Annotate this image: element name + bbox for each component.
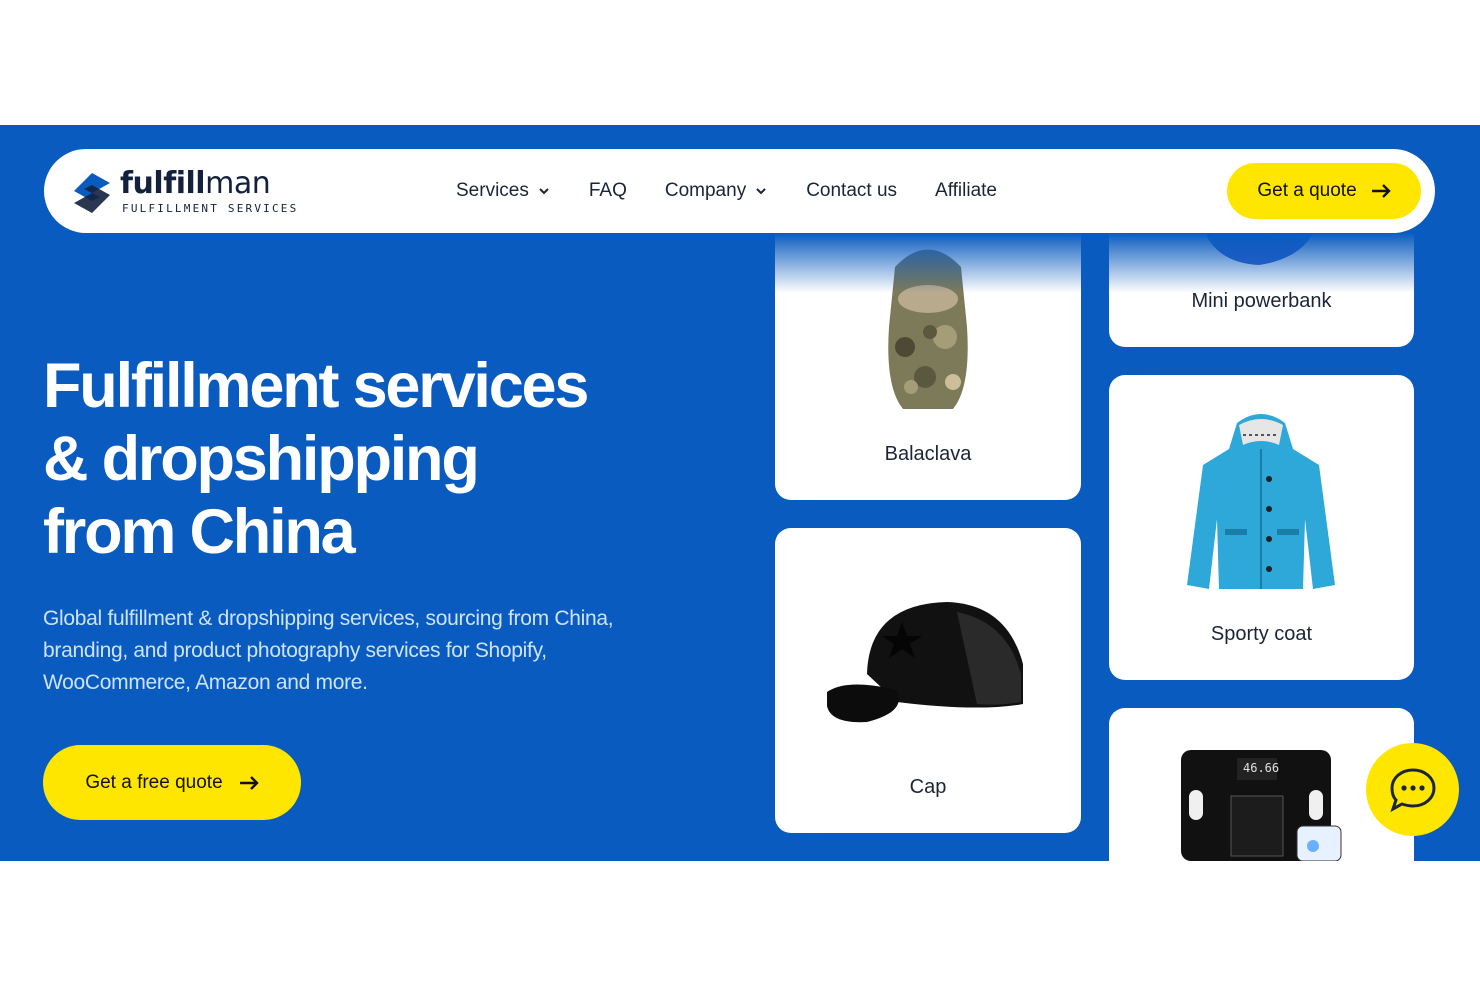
logo-wordmark: fulfillman — [120, 166, 271, 201]
card-fade — [775, 233, 1081, 293]
arrow-right-icon — [1371, 184, 1391, 198]
product-label: Sporty coat — [1210, 623, 1313, 645]
nav-item-label: FAQ — [588, 180, 627, 201]
scale-display-readout: 46.66 — [1243, 761, 1280, 775]
nav-item-label: Contact us — [806, 180, 898, 201]
nav-item-affiliate[interactable]: Affiliate — [935, 180, 997, 202]
get-free-quote-button[interactable]: Get a free quote — [43, 745, 301, 820]
arrow-right-icon — [239, 775, 259, 790]
chevron-down-icon — [539, 188, 549, 195]
nav-item-faq[interactable]: FAQ — [589, 180, 627, 202]
product-card-balaclava[interactable]: Balaclava — [775, 233, 1081, 500]
logo-tagline: FULFILLMENT SERVICES — [122, 202, 299, 215]
nav-item-label: Services — [456, 180, 529, 201]
product-card-coat[interactable]: Sporty coat — [1109, 375, 1414, 680]
product-card-cap[interactable]: Cap — [775, 528, 1081, 833]
chevron-down-icon — [756, 188, 766, 195]
nav-item-label: Affiliate — [935, 180, 997, 201]
product-label: Mini powerbank — [1191, 290, 1332, 312]
get-quote-button[interactable]: Get a quote — [1227, 163, 1421, 219]
logo-mark-icon — [74, 173, 110, 213]
nav-links: Services FAQ Company Contact us Affiliat… — [456, 149, 997, 233]
chat-bubble-icon — [1389, 767, 1436, 812]
get-quote-label: Get a quote — [1257, 180, 1357, 201]
cap-image — [827, 602, 1023, 723]
chat-button[interactable] — [1366, 743, 1459, 836]
nav-item-company[interactable]: Company — [665, 180, 768, 202]
hero-title-line: from China — [43, 497, 356, 567]
hero-description: Global fulfillment & dropshipping servic… — [43, 607, 614, 694]
product-label: Balaclava — [884, 443, 972, 465]
coat-image — [1187, 414, 1335, 589]
logo[interactable]: fulfillman FULFILLMENT SERVICES — [70, 167, 300, 217]
get-free-quote-label: Get a free quote — [85, 771, 223, 793]
nav-item-contact[interactable]: Contact us — [806, 180, 897, 202]
product-label: Cap — [909, 776, 947, 798]
nav-item-label: Company — [664, 180, 747, 201]
product-card-powerbank[interactable]: Mini powerbank — [1109, 233, 1414, 347]
hero-title: Fulfillment services & dropshipping from… — [43, 350, 683, 569]
hero-title-line: & dropshipping — [43, 424, 480, 494]
navbar: fulfillman FULFILLMENT SERVICES Services… — [44, 149, 1435, 233]
card-fade — [1109, 233, 1414, 293]
nav-item-services[interactable]: Services — [456, 180, 551, 202]
hero-title-line: Fulfillment services — [43, 351, 589, 421]
